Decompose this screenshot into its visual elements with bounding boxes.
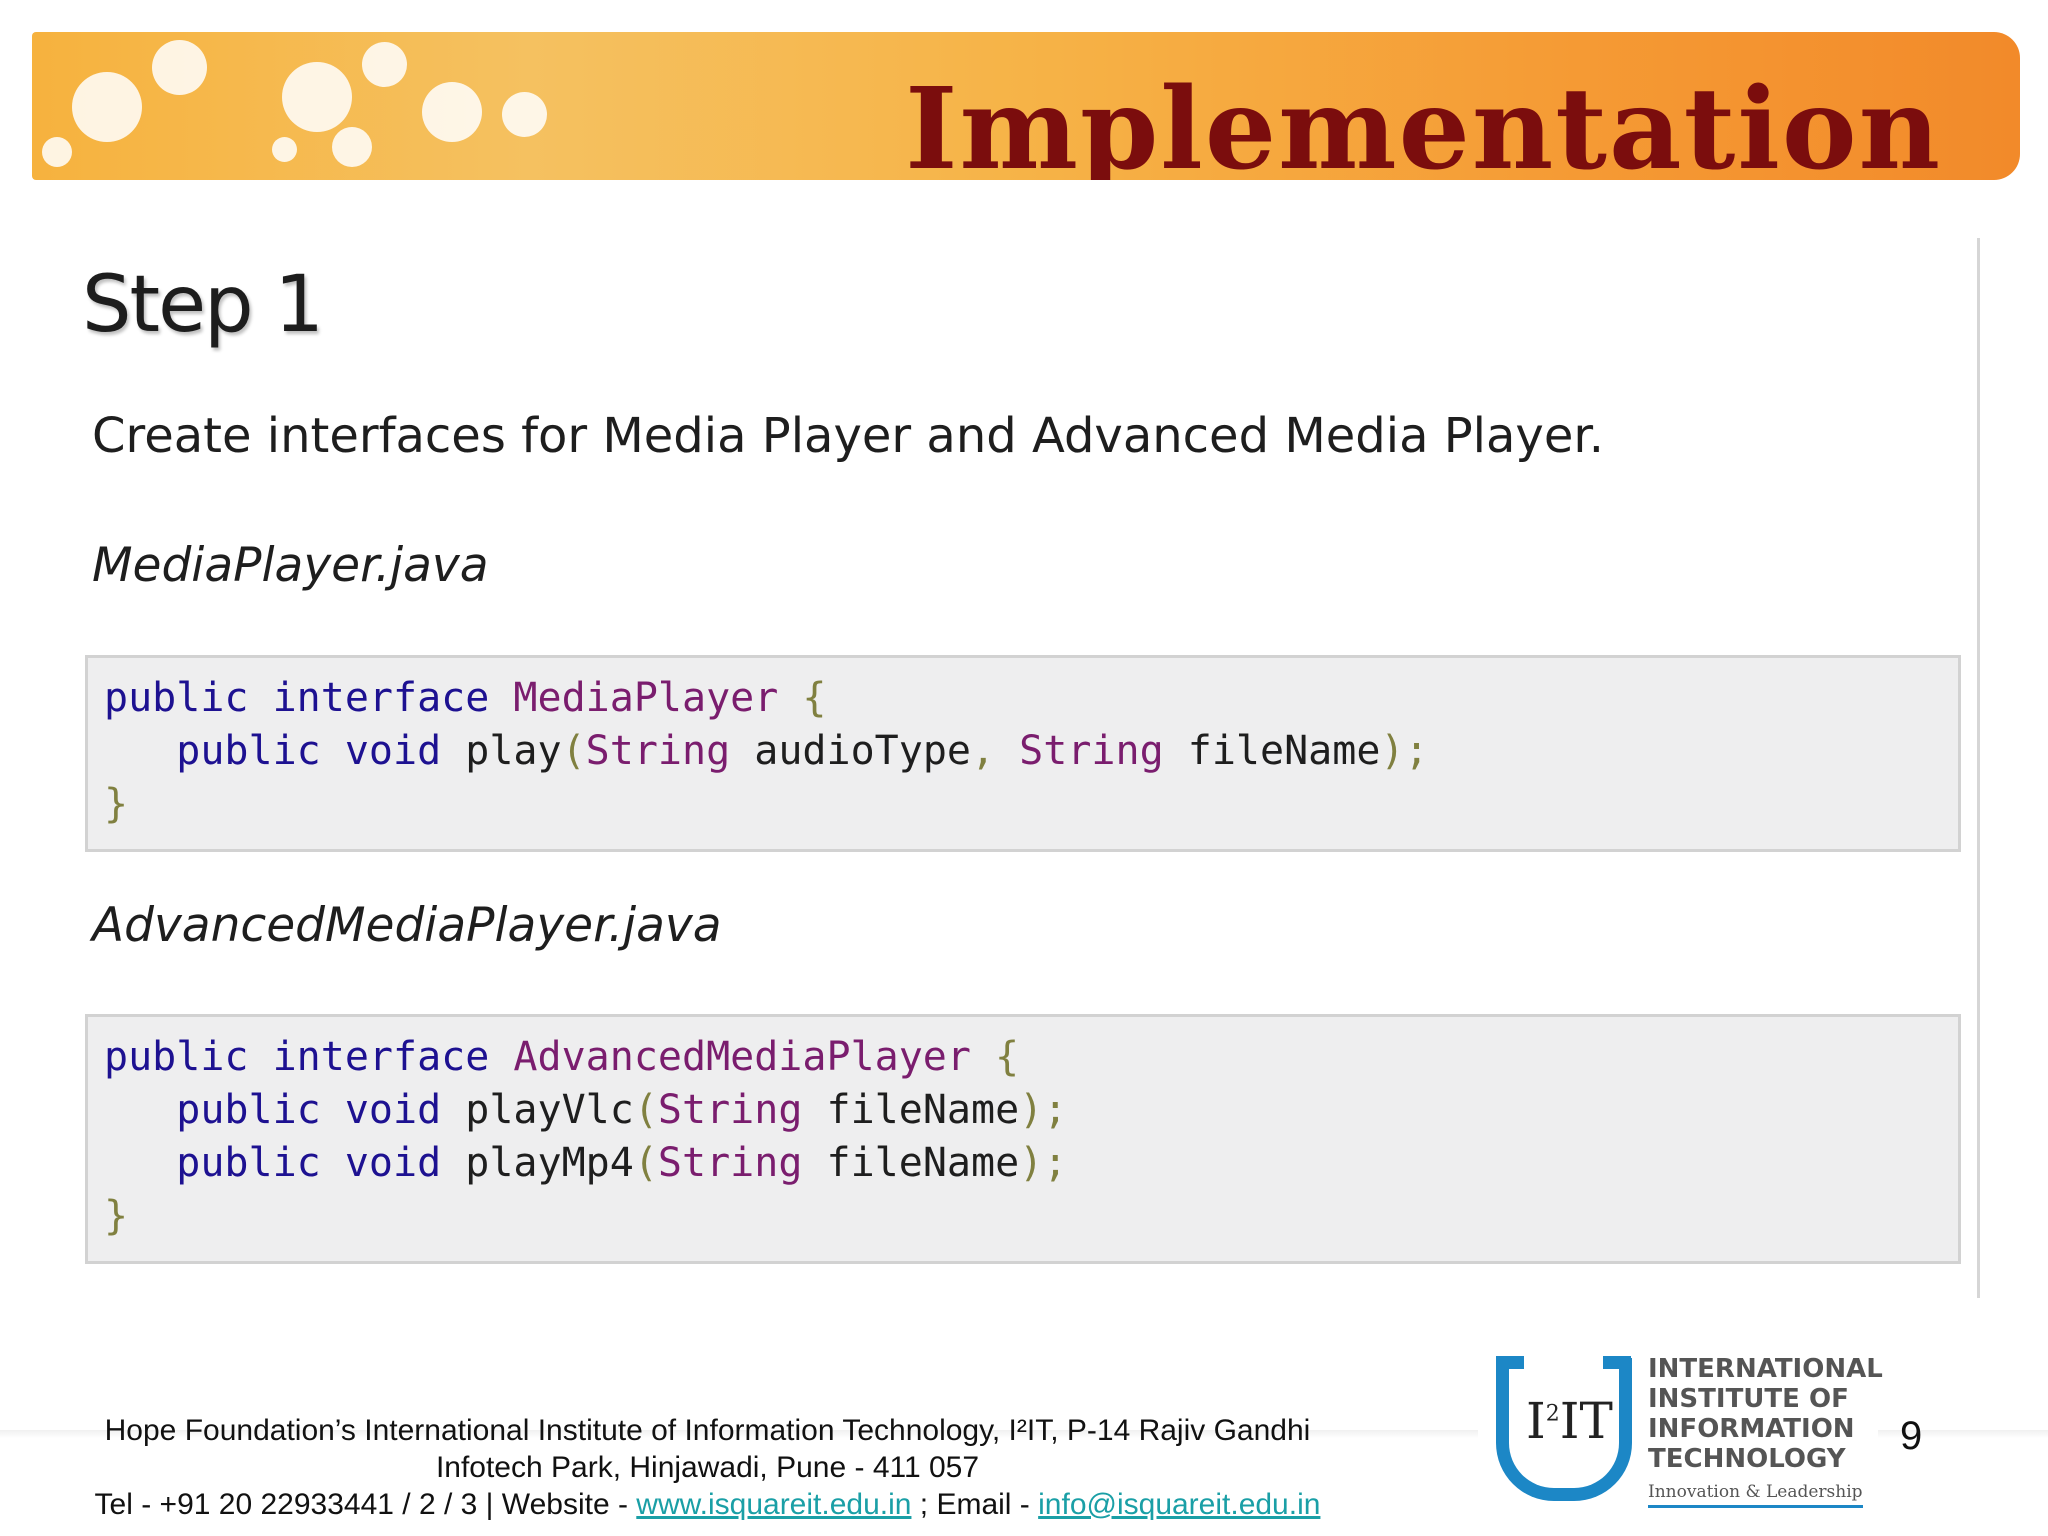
code-token: ); bbox=[1019, 1140, 1068, 1186]
footer-address-line1: Hope Foundation’s International Institut… bbox=[104, 1414, 1311, 1447]
code-token: ); bbox=[1019, 1087, 1068, 1133]
code-token: audioType bbox=[730, 728, 971, 774]
code-token: String bbox=[585, 728, 731, 774]
code-token: public interface bbox=[104, 1034, 514, 1080]
code-token: ); bbox=[1380, 728, 1429, 774]
code-token: public void bbox=[104, 728, 466, 774]
code-token: ( bbox=[561, 728, 586, 774]
footer-contact: Tel - +91 20 22933441 / 2 / 3 | Website … bbox=[40, 1486, 1375, 1523]
title-banner: Implementation bbox=[32, 32, 2020, 180]
footer-address-line2: Infotech Park, Hinjawadi, Pune - 411 057 bbox=[435, 1451, 980, 1484]
page-number: 9 bbox=[1900, 1414, 1923, 1458]
email-link[interactable]: info@isquareit.edu.in bbox=[1038, 1488, 1320, 1521]
logo-tagline: Innovation & Leadership bbox=[1648, 1482, 1863, 1508]
code-token: ( bbox=[633, 1140, 658, 1186]
code-token: } bbox=[104, 1193, 129, 1239]
slide-title: Implementation bbox=[905, 64, 1942, 181]
code-token: playVlc bbox=[465, 1087, 634, 1133]
code-line: } bbox=[104, 778, 1942, 831]
code-token: play bbox=[465, 728, 562, 774]
code-token: { bbox=[970, 1034, 1020, 1080]
footer-address: Hope Foundation’s International Institut… bbox=[40, 1412, 1375, 1523]
code-token: public void bbox=[104, 1087, 466, 1133]
code-token: String bbox=[657, 1087, 803, 1133]
logo-mark: I2IT bbox=[1526, 1392, 1613, 1450]
code-token: fileName bbox=[802, 1087, 1020, 1133]
code-token: public void bbox=[104, 1140, 466, 1186]
vertical-divider bbox=[1977, 238, 1980, 1298]
code-token: playMp4 bbox=[465, 1140, 634, 1186]
code-token: String bbox=[1019, 728, 1164, 774]
code-token: { bbox=[778, 675, 827, 721]
step-description: Create interfaces for Media Player and A… bbox=[92, 408, 1604, 464]
code-token: ( bbox=[633, 1087, 658, 1133]
code-line: } bbox=[104, 1190, 1942, 1243]
website-link[interactable]: www.isquareit.edu.in bbox=[636, 1488, 911, 1521]
code-line: public void playMp4(String fileName); bbox=[104, 1137, 1942, 1190]
code-token: public interface bbox=[104, 675, 514, 721]
code-line: public interface AdvancedMediaPlayer { bbox=[104, 1031, 1942, 1084]
logo-text: INTERNATIONAL INSTITUTE OF INFORMATION TECH… bbox=[1648, 1354, 1883, 1474]
code-token: fileName bbox=[802, 1140, 1020, 1186]
file-name-advanced-media-player: AdvancedMediaPlayer.java bbox=[92, 898, 722, 953]
step-heading: Step 1 bbox=[82, 260, 324, 350]
code-token: , bbox=[970, 728, 1020, 774]
code-line: public interface MediaPlayer { bbox=[104, 672, 1942, 725]
code-token: String bbox=[657, 1140, 803, 1186]
institute-logo: I2IT INTERNATIONAL INSTITUTE OF INFORMATIO… bbox=[1478, 1340, 1883, 1515]
code-token: } bbox=[104, 781, 129, 827]
code-token: fileName bbox=[1163, 728, 1381, 774]
code-line: public void play(String audioType, Strin… bbox=[104, 725, 1942, 778]
footer-tel: Tel - +91 20 22933441 / 2 / 3 | Website … bbox=[94, 1488, 637, 1521]
code-token: MediaPlayer bbox=[513, 675, 779, 721]
code-block-advanced-media-player: public interface AdvancedMediaPlayer { p… bbox=[85, 1014, 1961, 1264]
file-name-media-player: MediaPlayer.java bbox=[92, 538, 489, 593]
code-line: public void playVlc(String fileName); bbox=[104, 1084, 1942, 1137]
code-block-media-player: public interface MediaPlayer { public vo… bbox=[85, 655, 1961, 852]
footer-email-label: ; Email - bbox=[911, 1488, 1039, 1521]
code-token: AdvancedMediaPlayer bbox=[513, 1034, 971, 1080]
